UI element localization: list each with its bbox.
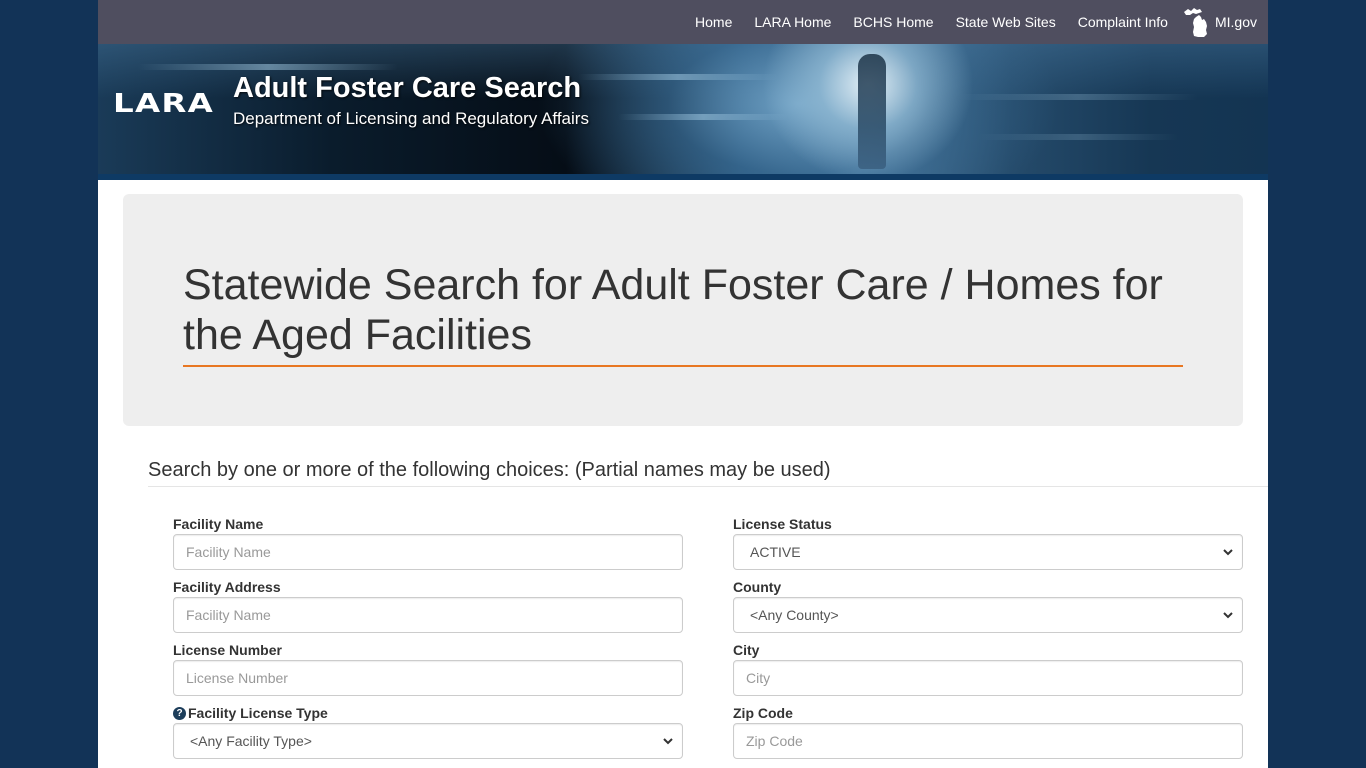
chevron-down-icon (1223, 549, 1233, 556)
facility-name-input[interactable] (173, 534, 683, 570)
banner-decoration (958, 94, 1198, 100)
page-container: Home LARA Home BCHS Home State Web Sites… (98, 0, 1268, 768)
migov-label: MI.gov (1214, 14, 1257, 30)
license-number-label: License Number (173, 642, 282, 658)
county-selected: <Any County> (750, 607, 839, 623)
city-input[interactable] (733, 660, 1243, 696)
facility-license-type-select[interactable]: <Any Facility Type> (173, 723, 683, 759)
nav-home-link[interactable]: Home (695, 0, 732, 44)
michigan-map-icon (1183, 8, 1207, 37)
nav-complaint-info-link[interactable]: Complaint Info (1078, 0, 1168, 44)
instruction-divider (148, 486, 1268, 487)
license-number-input[interactable] (173, 660, 683, 696)
page-title: Statewide Search for Adult Foster Care /… (183, 261, 1163, 359)
license-status-select[interactable]: ACTIVE (733, 534, 1243, 570)
title-underline (183, 365, 1183, 367)
lara-logo[interactable]: LARA (113, 89, 214, 119)
facility-name-label: Facility Name (173, 516, 263, 532)
license-status-selected: ACTIVE (750, 544, 801, 560)
nav-migov-link[interactable]: MI.gov (1182, 0, 1257, 44)
license-status-label: License Status (733, 516, 832, 532)
page-heading-panel: Statewide Search for Adult Foster Care /… (123, 194, 1243, 426)
zip-code-label: Zip Code (733, 705, 793, 721)
facility-address-label-text: Facility Address (173, 579, 281, 595)
county-label-text: County (733, 579, 782, 595)
site-banner: LARA Adult Foster Care Search Department… (98, 44, 1268, 180)
nav-bchs-home-link[interactable]: BCHS Home (853, 0, 933, 44)
banner-decoration (138, 64, 398, 70)
site-subtitle: Department of Licensing and Regulatory A… (233, 109, 589, 128)
banner-photo-person (858, 54, 886, 169)
site-title: Adult Foster Care Search (233, 72, 582, 104)
facility-license-type-label-text: Facility License Type (188, 705, 328, 721)
question-circle-icon[interactable]: ? (173, 706, 186, 720)
county-label: County (733, 579, 781, 595)
facility-license-type-label: ? Facility License Type (173, 705, 328, 721)
nav-lara-home-link[interactable]: LARA Home (754, 0, 831, 44)
banner-bottom-bar (98, 174, 1268, 180)
city-label-text: City (733, 642, 760, 658)
facility-license-type-selected: <Any Facility Type> (190, 733, 312, 749)
zip-code-label-text: Zip Code (733, 705, 793, 721)
banner-decoration (578, 74, 778, 80)
nav-state-web-sites-link[interactable]: State Web Sites (956, 0, 1056, 44)
top-navigation: Home LARA Home BCHS Home State Web Sites… (98, 0, 1268, 44)
banner-decoration (978, 134, 1178, 140)
chevron-down-icon (1223, 612, 1233, 619)
banner-decoration (618, 114, 788, 120)
zip-code-input[interactable] (733, 723, 1243, 759)
city-label: City (733, 642, 759, 658)
license-status-label-text: License Status (733, 516, 832, 532)
search-instruction: Search by one or more of the following c… (148, 459, 831, 481)
chevron-down-icon (663, 738, 673, 745)
facility-address-input[interactable] (173, 597, 683, 633)
facility-name-label-text: Facility Name (173, 516, 264, 532)
facility-address-label: Facility Address (173, 579, 281, 595)
license-number-label-text: License Number (173, 642, 282, 658)
county-select[interactable]: <Any County> (733, 597, 1243, 633)
